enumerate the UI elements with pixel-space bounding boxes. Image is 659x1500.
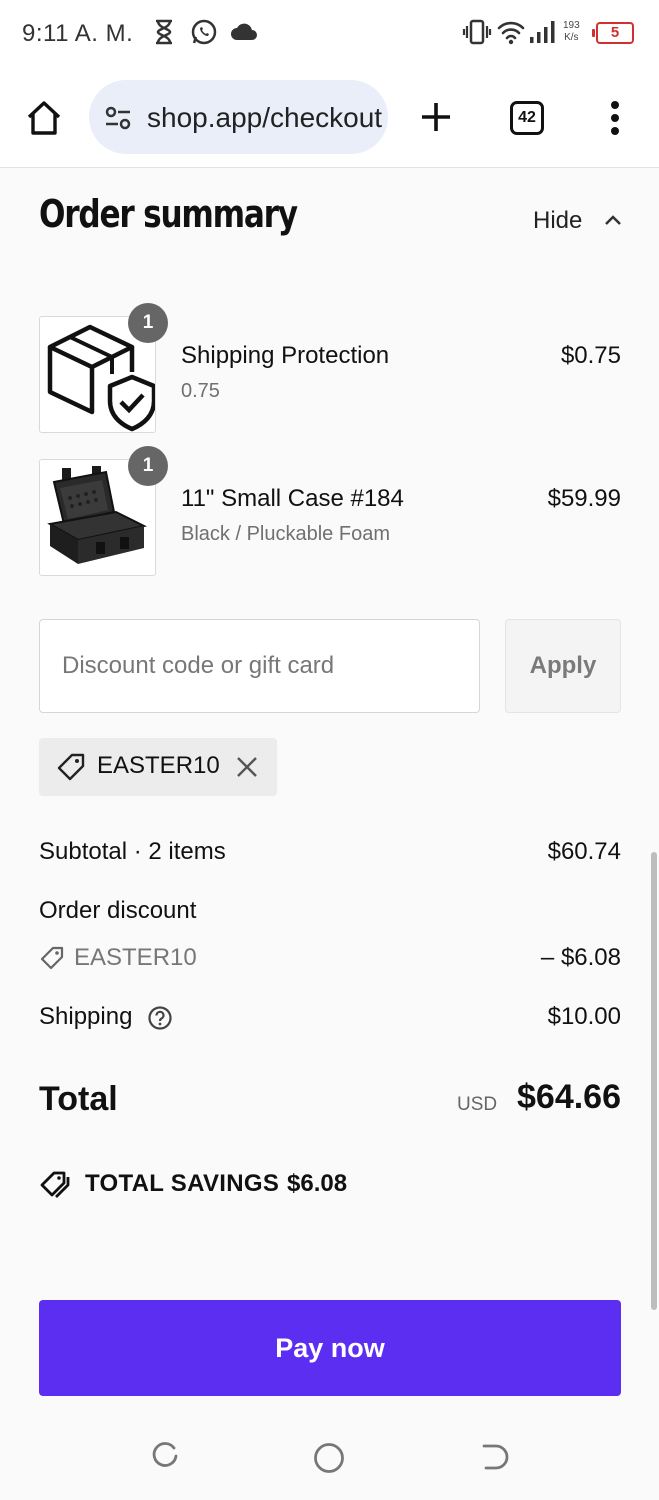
system-nav-bar [0, 1410, 659, 1500]
applied-discount-chip: EASTER10 [39, 738, 277, 796]
network-speed: 193 K/s [563, 20, 580, 44]
scrollbar[interactable] [651, 852, 657, 1310]
url-bar[interactable]: shop.app/checkout [89, 80, 388, 154]
list-item: 1 Shipping Protection 0.75 $0.75 [39, 303, 621, 434]
new-tab-icon[interactable] [418, 99, 454, 140]
cloud-icon [229, 22, 259, 47]
item-name: Shipping Protection [181, 342, 390, 369]
signal-icon [528, 18, 556, 51]
total-savings-label: TOTAL SAVINGS [85, 1170, 280, 1197]
vibrate-icon [462, 18, 492, 51]
home-icon[interactable] [24, 98, 64, 143]
tag-icon [40, 946, 64, 970]
status-bar: 9:11 A. M. 193 K/s 5 [0, 0, 659, 68]
hide-summary-button[interactable]: Hide [520, 200, 630, 244]
browser-toolbar: shop.app/checkout 42 [0, 68, 659, 168]
wifi-icon [496, 18, 526, 51]
total-value: $64.66 [517, 1078, 621, 1116]
discount-code-input[interactable]: Discount code or gift card [39, 619, 480, 713]
status-time: 9:11 A. M. [22, 20, 134, 47]
tag-icon [57, 753, 85, 781]
hide-label: Hide [533, 207, 583, 234]
item-name: 11" Small Case #184 [181, 485, 404, 512]
hourglass-icon [153, 18, 175, 51]
site-settings-icon[interactable] [103, 104, 133, 137]
discount-value: – $6.08 [540, 944, 621, 971]
recents-icon[interactable] [150, 1442, 180, 1477]
item-price: $0.75 [560, 342, 621, 369]
shipping-label: Shipping [39, 1003, 133, 1030]
quantity-badge: 1 [128, 446, 168, 486]
help-icon[interactable] [147, 1005, 173, 1031]
apply-button[interactable]: Apply [505, 619, 621, 713]
remove-code-icon[interactable] [235, 755, 259, 779]
page-title: Order summary [39, 192, 298, 236]
whatsapp-icon [190, 18, 218, 51]
chevron-up-icon [605, 215, 621, 225]
currency-code: USD [457, 1094, 498, 1115]
savings-tag-icon [40, 1171, 70, 1198]
item-variant: Black / Pluckable Foam [181, 523, 390, 545]
tab-switcher-icon[interactable]: 42 [510, 101, 544, 135]
network-speed-unit: K/s [564, 32, 579, 43]
applied-code: EASTER10 [97, 752, 220, 779]
total-savings-value: $6.08 [287, 1170, 348, 1197]
url-text[interactable]: shop.app/checkout [147, 102, 383, 134]
subtotal-label: Subtotal · 2 items [39, 838, 226, 865]
home-circle-icon[interactable] [313, 1442, 345, 1479]
list-item: 1 11" Small Case #184 Black / Pluckable … [39, 446, 621, 577]
pay-now-button[interactable]: Pay now [39, 1300, 621, 1396]
network-speed-value: 193 [563, 20, 580, 31]
shipping-value: $10.00 [547, 1003, 621, 1030]
back-icon[interactable] [478, 1442, 510, 1477]
subtotal-value: $60.74 [547, 838, 621, 865]
more-menu-icon[interactable] [610, 100, 620, 141]
order-discount-label: Order discount [39, 897, 197, 924]
discount-code: EASTER10 [74, 944, 197, 971]
battery-indicator: 5 [592, 22, 634, 44]
item-price: $59.99 [547, 485, 621, 512]
total-label: Total [39, 1080, 118, 1118]
quantity-badge: 1 [128, 303, 168, 343]
item-variant: 0.75 [181, 380, 220, 402]
